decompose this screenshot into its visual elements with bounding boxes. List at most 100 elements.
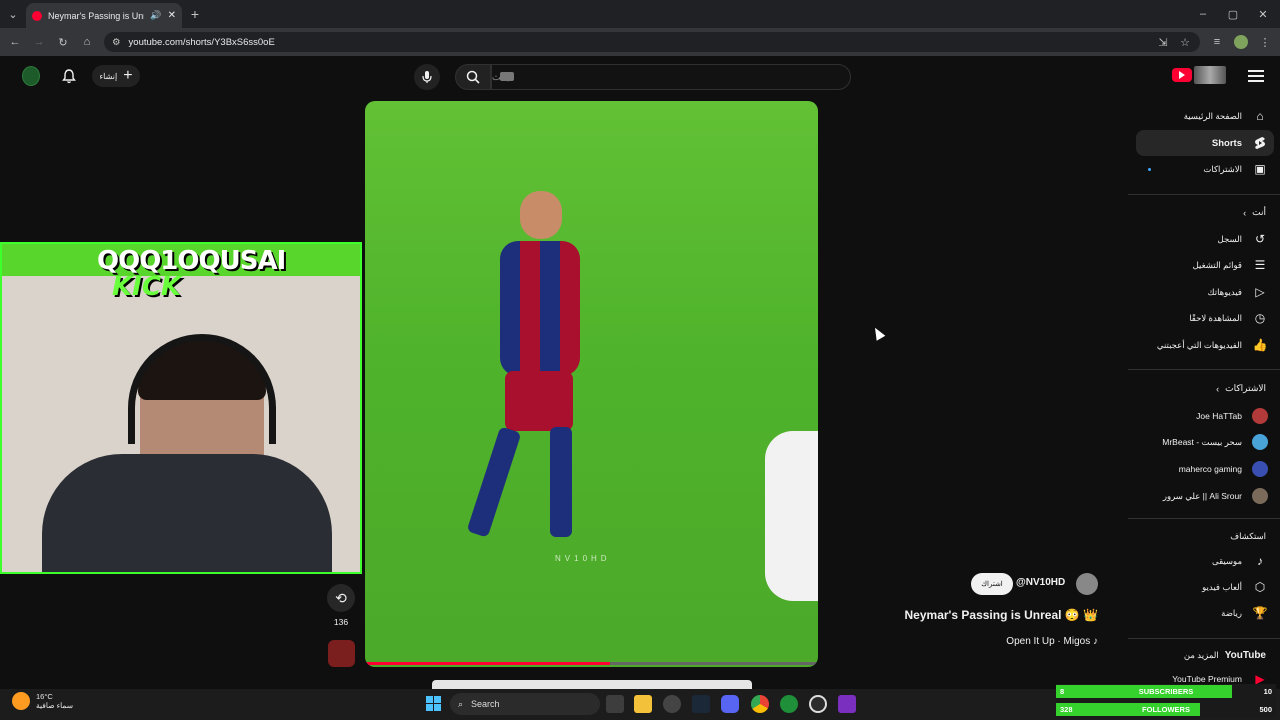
sidebar-more-heading: المزيد من YouTube xyxy=(1184,650,1266,661)
new-tab-icon[interactable]: + xyxy=(188,6,202,22)
sidebar-you-heading[interactable]: ‹ أنت xyxy=(1243,207,1266,218)
obs-icon[interactable] xyxy=(663,695,681,713)
youtube-logo-icon[interactable] xyxy=(1172,68,1192,82)
file-explorer-icon[interactable] xyxy=(634,695,652,713)
voice-search-button[interactable] xyxy=(414,64,440,90)
followers-goal: 500 xyxy=(1259,705,1272,714)
site-info-icon[interactable]: ⚙ xyxy=(112,37,121,48)
channel-avatar[interactable] xyxy=(1076,573,1098,595)
window-close-icon[interactable]: ✕ xyxy=(1256,7,1270,21)
sidebar-subscription-item[interactable]: MrBeast - سحر بيست xyxy=(1136,429,1274,455)
sidebar-item-label: الفيديوهات التي أعجبتني xyxy=(1156,339,1242,350)
guide-menu-icon[interactable] xyxy=(1248,68,1264,84)
sidebar-subscription-item[interactable]: علي سرور || Ali Srour xyxy=(1136,483,1274,509)
app-icon[interactable] xyxy=(809,695,827,713)
keyboard-icon[interactable] xyxy=(500,72,514,81)
video-progress-bar[interactable] xyxy=(365,662,818,665)
media-control-icon[interactable]: ≡ xyxy=(1210,35,1224,49)
home-icon: ⌂ xyxy=(1256,109,1264,123)
profile-avatar[interactable] xyxy=(1234,35,1248,49)
reload-icon[interactable]: ↻ xyxy=(56,35,70,49)
minimize-icon[interactable]: – xyxy=(1196,7,1210,21)
horizontal-scrollbar[interactable] xyxy=(432,680,752,689)
notifications-bell-icon[interactable] xyxy=(60,67,78,85)
tab-close-icon[interactable]: ✕ xyxy=(168,10,176,21)
windows-start-icon[interactable] xyxy=(426,696,441,711)
playlists-icon: ☰ xyxy=(1254,258,1266,272)
sidebar-item-home[interactable]: الصفحة الرئيسية ⌂ xyxy=(1136,103,1274,129)
music-icon: ♪ xyxy=(1257,554,1263,568)
sidebar-subscription-item[interactable]: maherco gaming xyxy=(1136,456,1274,482)
sidebar-item-label: Shorts xyxy=(1211,137,1242,149)
home-button-icon[interactable]: ⌂ xyxy=(80,35,94,49)
shorts-icon xyxy=(1252,135,1268,151)
short-title[interactable]: Neymar's Passing is Unreal 😳 👑 xyxy=(880,608,1098,622)
discord-icon[interactable] xyxy=(721,695,739,713)
liked-icon: 👍 xyxy=(1252,338,1268,352)
video-progress-fill xyxy=(365,662,610,665)
sidebar-item-liked[interactable]: الفيديوهات التي أعجبتني 👍 xyxy=(1136,332,1274,358)
chrome-icon[interactable] xyxy=(751,695,769,713)
tab-search-icon[interactable]: ⌄ xyxy=(6,7,20,21)
weather-description: سماء صافية xyxy=(36,701,74,710)
sidebar-divider xyxy=(1128,369,1280,370)
tab-title: Neymar's Passing is Unreal xyxy=(48,10,144,21)
search-button[interactable] xyxy=(455,64,491,90)
xbox-icon[interactable] xyxy=(780,695,798,713)
sound-thumbnail[interactable] xyxy=(328,640,355,667)
sidebar-item-shorts[interactable]: Shorts xyxy=(1136,130,1274,156)
player-jersey xyxy=(500,241,580,376)
taskbar-search[interactable]: ⌕ Search xyxy=(450,693,600,715)
remix-button[interactable]: ⟲ xyxy=(327,584,355,612)
plus-icon: + xyxy=(123,67,133,84)
sidebar-item-label: قوائم التشغيل xyxy=(1192,259,1242,270)
forward-icon[interactable]: → xyxy=(32,35,46,49)
sidebar-item-playlists[interactable]: قوائم التشغيل ☰ xyxy=(1136,252,1274,278)
sidebar-item-label: ألعاب فيديو xyxy=(1202,581,1242,592)
youtube-doodle-logo[interactable] xyxy=(1194,66,1226,84)
steam-icon[interactable] xyxy=(692,695,710,713)
shorts-video-player[interactable]: NV10HD xyxy=(365,101,818,667)
create-button[interactable]: إنشاء + xyxy=(92,65,140,87)
heading-label: المزيد من xyxy=(1183,650,1219,660)
streaming-platform: KICK xyxy=(112,272,182,302)
search-input[interactable]: بحث xyxy=(491,64,851,90)
channel-avatar xyxy=(1252,461,1268,477)
stream-goal-widget: 8 SUBSCRIBERS 10 328 FOLLOWERS 500 xyxy=(1056,684,1276,718)
browser-tab[interactable]: Neymar's Passing is Unreal 🔊 ✕ xyxy=(26,3,182,28)
youtube-favicon-icon xyxy=(32,10,42,21)
sidebar-item-history[interactable]: السجل ↺ xyxy=(1136,226,1274,252)
weather-widget[interactable]: 16°C سماء صافية xyxy=(12,692,73,710)
sidebar-subscription-item[interactable]: Joe HaTTab xyxy=(1136,403,1274,429)
heading-label: أنت xyxy=(1252,207,1266,217)
sidebar-item-music[interactable]: موسيقى ♪ xyxy=(1136,548,1274,574)
short-music-link[interactable]: Open It Up · Migos ♪ xyxy=(900,636,1098,647)
channel-handle[interactable]: @NV10HD xyxy=(1016,577,1065,588)
task-view-icon[interactable] xyxy=(606,695,624,713)
account-avatar[interactable] xyxy=(22,66,40,86)
install-app-icon[interactable]: ⇲ xyxy=(1156,35,1170,49)
channel-avatar xyxy=(1252,488,1268,504)
browser-menu-icon[interactable]: ⋮ xyxy=(1258,35,1272,49)
back-icon[interactable]: ← xyxy=(8,35,22,49)
heading-label: استكشاف xyxy=(1230,531,1266,541)
sports-icon: 🏆 xyxy=(1252,606,1268,620)
sidebar-item-label: maherco gaming xyxy=(1178,464,1242,474)
sidebar-divider xyxy=(1128,194,1280,195)
sidebar-item-your-videos[interactable]: فيديوهاتك ▷ xyxy=(1136,279,1274,305)
video-editor-icon[interactable] xyxy=(838,695,856,713)
sidebar-item-label: MrBeast - سحر بيست xyxy=(1162,436,1242,447)
sidebar-subscriptions-heading[interactable]: ‹ الاشتراكات xyxy=(1216,383,1266,394)
sidebar-item-gaming[interactable]: ألعاب فيديو ⬡ xyxy=(1136,574,1274,600)
history-icon: ↺ xyxy=(1254,232,1266,246)
maximize-icon[interactable]: ▢ xyxy=(1226,7,1240,21)
sidebar-item-watch-later[interactable]: المشاهدة لاحقًا ◷ xyxy=(1136,305,1274,331)
address-bar[interactable]: ⚙ youtube.com/shorts/Y3BxS6ss0oE xyxy=(104,32,1200,52)
sidebar-item-subscriptions[interactable]: الاشتراكات ▣ xyxy=(1136,156,1274,182)
tab-audio-icon[interactable]: 🔊 xyxy=(150,10,161,21)
bookmark-star-icon[interactable]: ☆ xyxy=(1178,35,1192,49)
subscribe-button[interactable]: اشتراك xyxy=(971,573,1013,595)
channel-avatar xyxy=(1252,408,1268,424)
streamer-shirt xyxy=(42,454,332,572)
sidebar-item-sports[interactable]: رياضة 🏆 xyxy=(1136,600,1274,626)
